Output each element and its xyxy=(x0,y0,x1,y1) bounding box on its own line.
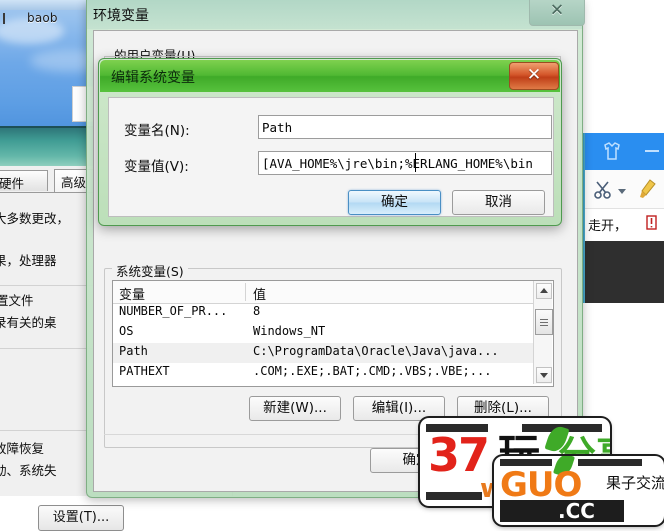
row-name: OS xyxy=(119,324,134,338)
shirt-icon xyxy=(602,142,622,160)
scroll-down-arrow-icon[interactable] xyxy=(536,367,552,383)
table-row[interactable]: PATHEXT .COM;.EXE;.BAT;.CMD;.VBS;.VBE;..… xyxy=(113,363,533,383)
alert-icon[interactable] xyxy=(645,215,658,230)
sysprops-text-line-6: 动、系统失 xyxy=(0,463,57,478)
watermark-guocc: GUO 果子交流 .CC xyxy=(494,456,664,525)
row-value: C:\ProgramData\Oracle\Java\java... xyxy=(253,344,499,358)
close-glyph: ✕ xyxy=(549,0,565,21)
blue-app-dark-panel xyxy=(585,241,664,303)
edit-dialog-title: 编辑系统变量 xyxy=(111,70,195,86)
scroll-up-arrow-icon[interactable] xyxy=(536,283,552,299)
scissors-icon[interactable] xyxy=(593,180,613,200)
blue-app-window: 走开， xyxy=(585,133,664,303)
scrollbar-thumb[interactable] xyxy=(535,309,553,335)
sysprops-text-line-5: 故障恢复 xyxy=(0,441,45,456)
column-header-value[interactable]: 值 xyxy=(253,284,266,303)
taskbar-item-label[interactable]: baob xyxy=(27,11,58,25)
row-value: 8 xyxy=(253,304,261,318)
watermark-brand: GUO xyxy=(500,465,582,505)
watermark-sub: 果子交流 xyxy=(606,474,664,492)
sysprops-text-line-1: 大多数更改， xyxy=(0,211,70,226)
close-icon[interactable]: ✕ xyxy=(529,0,585,26)
list-scrollbar[interactable] xyxy=(533,281,553,384)
row-value: .COM;.EXE;.BAT;.CMD;.VBS;.VBE;... xyxy=(253,364,492,378)
watermark-tld: .CC xyxy=(558,499,595,523)
text-caret xyxy=(415,153,416,172)
watermark-tld-box: .CC xyxy=(500,499,624,523)
blue-app-text: 走开， xyxy=(588,219,628,234)
env-window-title: 环境变量 xyxy=(93,8,149,24)
sysprops-text-line-4: 录有关的桌 xyxy=(0,315,57,330)
env-titlebar[interactable] xyxy=(87,0,582,29)
variable-name-input[interactable]: Path xyxy=(258,115,552,139)
row-name: Path xyxy=(119,344,148,358)
taskbar-item-icon[interactable] xyxy=(0,12,9,25)
row-name: NUMBER_OF_PR... xyxy=(119,304,228,318)
system-variables-header: 变量 值 xyxy=(113,281,551,304)
system-variables-label: 系统变量(S) xyxy=(112,261,188,280)
variable-value-input[interactable]: [AVA_HOME%\jre\bin;%ERLANG_HOME%\bin xyxy=(258,151,552,175)
settings-button[interactable]: 设置(T)... xyxy=(38,505,124,531)
brush-icon[interactable] xyxy=(637,178,657,200)
tab-hardware[interactable]: 硬件 xyxy=(0,170,48,191)
column-header-variable[interactable]: 变量 xyxy=(119,284,145,303)
system-variables-rows: NUMBER_OF_PR... 8 OS Windows_NT Path C:\… xyxy=(113,303,533,384)
table-row-selected[interactable]: Path C:\ProgramData\Oracle\Java\java... xyxy=(113,343,533,363)
row-name: PATHEXT xyxy=(119,364,170,378)
variable-value-label: 变量值(V): xyxy=(124,159,189,175)
table-row[interactable]: OS Windows_NT xyxy=(113,323,533,343)
variable-name-label: 变量名(N): xyxy=(124,123,190,139)
table-row[interactable]: NUMBER_OF_PR... 8 xyxy=(113,303,533,323)
new-button[interactable]: 新建(W)... xyxy=(249,396,341,421)
edit-ok-button[interactable]: 确定 xyxy=(348,190,441,215)
row-value: Windows_NT xyxy=(253,324,326,338)
sysprops-text-line-2: 果，处理器 xyxy=(0,253,57,268)
close-icon[interactable]: ✕ xyxy=(509,62,559,90)
chevron-down-icon[interactable] xyxy=(618,189,626,194)
edit-cancel-button[interactable]: 取消 xyxy=(452,190,545,215)
close-glyph: ✕ xyxy=(526,65,542,86)
watermark-number: 37 xyxy=(428,428,490,482)
sysprops-text-line-3: 置文件 xyxy=(0,293,34,308)
minimize-icon[interactable] xyxy=(645,150,659,152)
